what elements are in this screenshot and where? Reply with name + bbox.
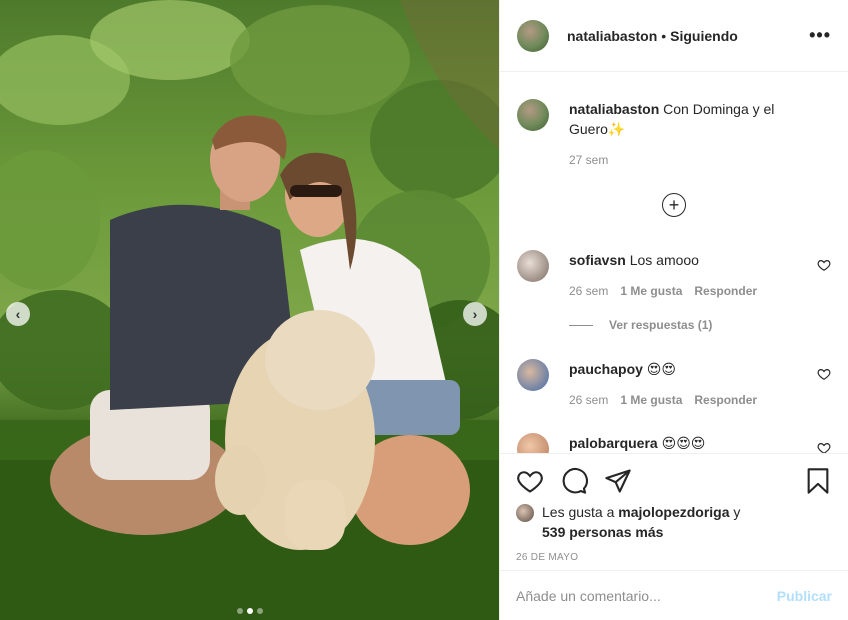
carousel-prev-button[interactable]: ‹ (6, 302, 30, 326)
likes-middle: y (733, 504, 741, 520)
like-heart-icon[interactable] (516, 467, 544, 495)
post-sidebar: nataliabaston • Siguiendo ••• nataliabas… (499, 0, 848, 620)
comment-text: Los amooo (629, 252, 699, 268)
view-replies-button[interactable]: Ver respuestas (1) (569, 318, 712, 332)
comment-avatar[interactable] (517, 433, 549, 453)
comment-item: pauchapoy 😍😍 26 sem 1 Me gusta Responder (517, 359, 831, 410)
comment-text: 😍😍😍 (661, 435, 706, 451)
carousel-indicator (236, 608, 263, 614)
caption-age[interactable]: 27 sem (569, 150, 809, 170)
comment-bubble-icon[interactable] (560, 467, 588, 495)
comment-avatar[interactable] (517, 250, 549, 282)
share-send-icon[interactable] (604, 467, 632, 495)
comment-age[interactable]: 26 sem (569, 390, 608, 410)
carousel-dot (236, 608, 243, 614)
post-photo[interactable]: ‹ › (0, 0, 499, 620)
chevron-left-icon: ‹ (15, 306, 21, 322)
caption-username[interactable]: nataliabaston (569, 101, 659, 117)
comment-like-count[interactable]: 1 Me gusta (620, 281, 682, 301)
comment-like-heart-icon[interactable] (817, 367, 831, 381)
comment-input[interactable] (516, 587, 777, 604)
publish-button[interactable]: Publicar (777, 588, 832, 604)
post-header: nataliabaston • Siguiendo ••• (500, 0, 848, 72)
caption-avatar[interactable] (517, 99, 549, 131)
replies-divider (569, 324, 593, 326)
post-modal: ‹ › nataliabaston • Siguiendo ••• natali… (0, 0, 848, 620)
comment-username[interactable]: pauchapoy (569, 361, 643, 377)
likes-summary: Les gusta a majolopezdoriga y 539 person… (516, 502, 832, 542)
comment-item: palobarquera 😍😍😍 (517, 433, 831, 453)
chevron-right-icon: › (472, 306, 478, 322)
likes-prefix: Les gusta a (542, 504, 615, 520)
comment-username[interactable]: palobarquera (569, 435, 658, 451)
more-options-icon[interactable]: ••• (809, 25, 831, 46)
comment-item: sofiavsn Los amooo 26 sem 1 Me gusta Res… (517, 250, 831, 301)
likes-count-link[interactable]: 539 personas más (542, 524, 663, 540)
comment-like-heart-icon[interactable] (817, 441, 831, 453)
post-actions: Les gusta a majolopezdoriga y 539 person… (500, 453, 848, 563)
comment-reply-button[interactable]: Responder (694, 390, 757, 410)
carousel-next-button[interactable]: › (463, 302, 487, 326)
comments-list[interactable]: nataliabaston Con Dominga y el Guero✨ 27… (500, 73, 848, 453)
photo-illustration (0, 0, 499, 620)
follow-status-button[interactable]: Siguiendo (670, 28, 738, 44)
comment-reply-button[interactable]: Responder (694, 281, 757, 301)
save-bookmark-icon[interactable] (804, 467, 832, 495)
load-more-comments-icon[interactable]: + (662, 193, 686, 217)
post-caption: nataliabaston Con Dominga y el Guero✨ 27… (500, 73, 848, 170)
comment-text: 😍😍 (646, 361, 676, 377)
comment-age[interactable]: 26 sem (569, 281, 608, 301)
comment-like-count[interactable]: 1 Me gusta (620, 390, 682, 410)
carousel-dot (256, 608, 263, 614)
author-avatar[interactable] (517, 19, 549, 52)
carousel-dot-active (246, 608, 253, 614)
comment-avatar[interactable] (517, 359, 549, 391)
liker-avatar[interactable] (516, 504, 534, 522)
post-date[interactable]: 26 DE MAYO (516, 552, 832, 563)
separator-dot: • (661, 27, 667, 44)
comment-username[interactable]: sofiavsn (569, 252, 626, 268)
comment-like-heart-icon[interactable] (817, 258, 831, 272)
liker-username[interactable]: majolopezdoriga (618, 504, 729, 520)
comment-composer: Publicar (500, 570, 848, 620)
author-username[interactable]: nataliabaston (567, 28, 657, 44)
view-replies-label: Ver respuestas (1) (609, 318, 713, 332)
